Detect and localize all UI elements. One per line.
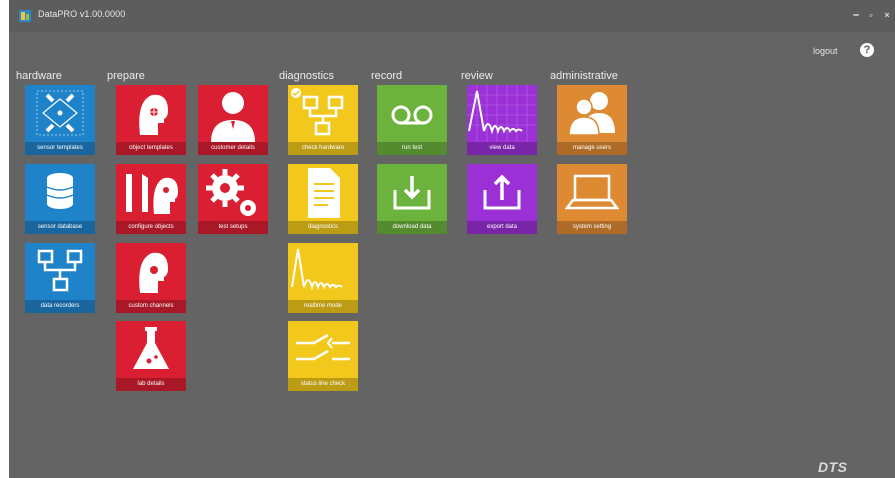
- users-icon: [568, 92, 615, 136]
- tile-system-setting[interactable]: system setting: [557, 164, 627, 234]
- sensor-template-icon: [36, 90, 84, 136]
- tile-test-setups[interactable]: test setups: [198, 164, 268, 234]
- tile-label: run test: [377, 142, 447, 155]
- logout-link[interactable]: logout: [813, 46, 838, 56]
- tools-icon: [126, 174, 178, 214]
- category-prepare: prepare: [107, 70, 145, 82]
- tile-view-data[interactable]: view data: [467, 85, 537, 155]
- dts-logo: DTS: [818, 459, 848, 475]
- network-check-icon: [291, 88, 344, 136]
- tile-customer-details[interactable]: customer details: [198, 85, 268, 155]
- tile-sensor-templates[interactable]: sensor templates: [25, 85, 95, 155]
- tile-label: check hardware: [288, 142, 358, 155]
- tile-lab-details[interactable]: lab details: [116, 321, 186, 391]
- tile-label: object templates: [116, 142, 186, 155]
- dummy-head-icon: [139, 94, 168, 135]
- tile-label: lab details: [116, 378, 186, 391]
- tile-sensor-database[interactable]: sensor database: [25, 164, 95, 234]
- tile-check-hardware[interactable]: check hardware: [288, 85, 358, 155]
- title-bar: DataPRO v1.00.0000: [9, 0, 895, 32]
- tile-label: customer details: [198, 142, 268, 155]
- tile-label: sensor database: [25, 221, 95, 234]
- tile-label: custom channels: [116, 300, 186, 313]
- tile-label: export data: [467, 221, 537, 234]
- person-icon: [211, 92, 255, 142]
- tile-label: view data: [467, 142, 537, 155]
- tile-export-data[interactable]: export data: [467, 164, 537, 234]
- tile-manage-users[interactable]: manage users: [557, 85, 627, 155]
- tile-label: configure objects: [116, 221, 186, 234]
- tile-label: status line check: [288, 378, 358, 391]
- upload-icon: [483, 174, 521, 210]
- category-record: record: [371, 70, 403, 82]
- database-icon: [46, 173, 74, 209]
- tile-label: test setups: [198, 221, 268, 234]
- laptop-icon: [564, 174, 620, 210]
- chart-icon: [467, 85, 537, 142]
- tile-custom-channels[interactable]: custom channels: [116, 243, 186, 313]
- dummy-head-icon: [139, 252, 168, 293]
- tile-label: system setting: [557, 221, 627, 234]
- category-review: review: [461, 70, 493, 82]
- minimize-button[interactable]: –: [848, 6, 864, 24]
- tape-icon: [391, 105, 433, 125]
- tile-status-line-check[interactable]: status line check: [288, 321, 358, 391]
- tile-label: download data: [377, 221, 447, 234]
- gears-icon: [206, 169, 256, 216]
- category-hardware: hardware: [16, 70, 62, 82]
- flask-icon: [133, 327, 169, 369]
- tile-object-templates[interactable]: object templates: [116, 85, 186, 155]
- app-window: DataPRO v1.00.0000 – ▫ × logout ? hardwa…: [0, 0, 895, 478]
- maximize-button[interactable]: ▫: [863, 6, 879, 24]
- document-icon: [308, 168, 340, 218]
- tile-configure-objects[interactable]: configure objects: [116, 164, 186, 234]
- category-diagnostics: diagnostics: [279, 70, 335, 82]
- tile-label: manage users: [557, 142, 627, 155]
- app-icon: [19, 10, 31, 22]
- category-administrative: administrative: [550, 70, 618, 82]
- tile-run-test[interactable]: run test: [377, 85, 447, 155]
- tile-diagnostics[interactable]: diagnostics: [288, 164, 358, 234]
- tile-realtime-mode[interactable]: realtime mode: [288, 243, 358, 313]
- download-icon: [393, 176, 431, 210]
- close-button[interactable]: ×: [879, 6, 895, 24]
- help-icon[interactable]: ?: [860, 43, 874, 57]
- tile-label: data recorders: [25, 300, 95, 313]
- waveform-icon: [291, 248, 343, 291]
- app-title: DataPRO v1.00.0000: [38, 9, 126, 19]
- network-icon: [37, 249, 83, 292]
- tile-label: realtime mode: [288, 300, 358, 313]
- tile-data-recorders[interactable]: data recorders: [25, 243, 95, 313]
- switch-icon: [296, 333, 350, 361]
- tile-download-data[interactable]: download data: [377, 164, 447, 234]
- tile-label: sensor templates: [25, 142, 95, 155]
- tile-label: diagnostics: [288, 221, 358, 234]
